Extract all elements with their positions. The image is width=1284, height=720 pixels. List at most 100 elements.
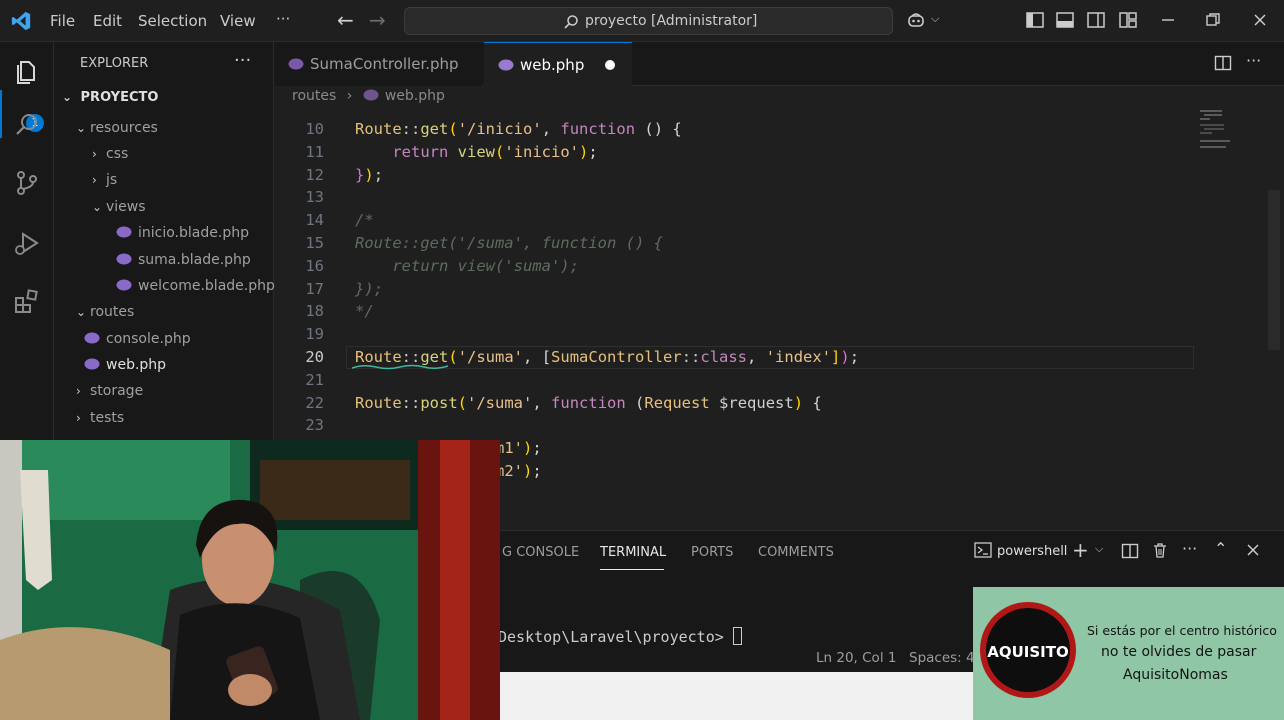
close-panel-icon[interactable] bbox=[1245, 542, 1261, 558]
toggle-primary-sidebar-icon[interactable] bbox=[1025, 10, 1045, 30]
menu-edit[interactable]: Edit bbox=[93, 12, 122, 30]
aquisito-logo: AQUISITO bbox=[980, 602, 1076, 698]
forward-arrow-icon[interactable]: → bbox=[369, 8, 386, 32]
breadcrumb-file[interactable]: web.php bbox=[385, 88, 445, 104]
tree-item-routes[interactable]: ⌄ routes bbox=[76, 299, 134, 325]
command-center-search[interactable]: proyecto [Administrator] bbox=[404, 7, 893, 35]
tab-comments[interactable]: COMMENTS bbox=[758, 545, 834, 560]
code-text: return view('suma'); bbox=[355, 256, 579, 275]
code-line[interactable]: 14 /* bbox=[274, 209, 1264, 232]
code-line[interactable]: 10 Route::get('/inicio', function () { bbox=[274, 118, 1264, 141]
editor-more-actions-icon[interactable]: ··· bbox=[1246, 51, 1261, 70]
code-line[interactable]: 12}); bbox=[274, 164, 1264, 187]
terminal-dropdown-chevron-icon[interactable]: ⌵ bbox=[1095, 542, 1103, 556]
code-line[interactable]: 15 Route::get('/suma', function () { bbox=[274, 232, 1264, 255]
copilot-icon[interactable] bbox=[906, 10, 926, 30]
explorer-icon[interactable] bbox=[12, 56, 42, 86]
minimap[interactable] bbox=[1196, 100, 1276, 200]
tree-item-label: web.php bbox=[106, 357, 167, 373]
tree-item-resources[interactable]: ⌄ resources bbox=[76, 115, 158, 141]
split-terminal-icon[interactable] bbox=[1121, 542, 1139, 560]
breadcrumb-folder[interactable]: routes bbox=[292, 88, 336, 104]
code-line[interactable]: 21 bbox=[274, 369, 1264, 392]
chevron-right-icon: › bbox=[92, 173, 97, 187]
line-number: 12 bbox=[305, 165, 324, 184]
close-window-icon[interactable] bbox=[1250, 10, 1270, 30]
php-file-icon bbox=[288, 58, 304, 70]
line-number: 22 bbox=[305, 393, 324, 412]
chevron-right-icon: › bbox=[92, 147, 97, 161]
code-line[interactable]: 23 bbox=[274, 414, 1264, 437]
kill-terminal-trash-icon[interactable] bbox=[1151, 541, 1169, 559]
tab-ports[interactable]: PORTS bbox=[691, 545, 733, 560]
tab-sumacontroller[interactable]: SumaController.php bbox=[274, 42, 482, 86]
tab-debug-console[interactable]: G CONSOLE bbox=[502, 545, 579, 560]
line-number: 13 bbox=[305, 188, 324, 207]
chevron-right-icon: › bbox=[76, 384, 81, 398]
tree-item-welcome-blade-php[interactable]: welcome.blade.php bbox=[116, 273, 275, 299]
restore-icon[interactable] bbox=[1203, 10, 1223, 30]
copilot-dropdown-chevron-icon[interactable]: ⌵ bbox=[931, 12, 939, 26]
aquisito-logo-text: AQUISITO bbox=[987, 643, 1069, 661]
active-panel-tab-indicator bbox=[600, 569, 664, 570]
panel-more-icon[interactable]: ··· bbox=[1182, 539, 1197, 558]
tab-web-php[interactable]: web.php bbox=[484, 42, 632, 86]
toggle-secondary-sidebar-icon[interactable] bbox=[1086, 10, 1106, 30]
minimize-icon[interactable] bbox=[1158, 10, 1178, 30]
tree-item-js[interactable]: › js bbox=[92, 167, 117, 193]
cursor-position[interactable]: Ln 20, Col 1 bbox=[816, 650, 896, 666]
menu-file[interactable]: File bbox=[50, 12, 75, 30]
code-line[interactable]: 13 bbox=[274, 186, 1264, 209]
promo-line-1: Si estás por el centro histórico bbox=[1087, 623, 1277, 638]
unsaved-dot-icon[interactable] bbox=[605, 60, 615, 70]
search-icon[interactable] bbox=[12, 110, 42, 140]
code-line[interactable]: 18 */ bbox=[274, 300, 1264, 323]
tree-item-inicio-blade-php[interactable]: inicio.blade.php bbox=[116, 220, 249, 246]
chevron-down-icon: ⌄ bbox=[76, 305, 87, 319]
tree-item-suma-blade-php[interactable]: suma.blade.php bbox=[116, 247, 251, 273]
new-terminal-plus-icon[interactable]: + bbox=[1072, 538, 1089, 562]
terminal-output[interactable]: Desktop\Laravel\proyecto> bbox=[498, 627, 742, 646]
code-line[interactable]: 16 return view('suma'); bbox=[274, 255, 1264, 278]
toggle-panel-icon[interactable] bbox=[1055, 10, 1075, 30]
editor-scrollbar[interactable] bbox=[1268, 190, 1280, 350]
tree-item-storage[interactable]: › storage bbox=[76, 378, 143, 404]
menu-view[interactable]: View bbox=[220, 12, 256, 30]
active-view-indicator bbox=[0, 90, 2, 138]
code-text: Route::get('/suma', function () { bbox=[355, 234, 663, 252]
menu-selection[interactable]: Selection bbox=[138, 12, 207, 30]
back-arrow-icon[interactable]: ← bbox=[337, 8, 354, 32]
tab-terminal[interactable]: TERMINAL bbox=[600, 545, 666, 560]
tree-item-tests[interactable]: › tests bbox=[76, 405, 124, 431]
code-line[interactable]: 17}); bbox=[274, 278, 1264, 301]
tree-item-web-php[interactable]: web.php bbox=[84, 352, 166, 378]
promo-line-2: no te olvides de pasar bbox=[1101, 644, 1257, 660]
tree-item-views[interactable]: ⌄ views bbox=[92, 194, 146, 220]
chevron-down-icon: ⌄ bbox=[92, 200, 103, 214]
vscode-logo-icon bbox=[11, 11, 31, 31]
maximize-panel-chevron-icon[interactable]: ⌃ bbox=[1214, 539, 1227, 558]
explorer-more-icon[interactable]: ··· bbox=[234, 50, 251, 71]
tree-item-console-php[interactable]: console.php bbox=[84, 326, 191, 352]
tree-item-css[interactable]: › css bbox=[92, 141, 128, 167]
code-line[interactable]: 19 bbox=[274, 323, 1264, 346]
line-number: 14 bbox=[305, 211, 324, 230]
run-debug-icon[interactable] bbox=[12, 228, 42, 258]
webcam-overlay-image bbox=[0, 440, 500, 720]
menu-more-icon[interactable]: ··· bbox=[276, 10, 290, 28]
source-control-icon[interactable] bbox=[12, 168, 42, 198]
indentation-spaces[interactable]: Spaces: 4 bbox=[909, 650, 975, 666]
code-line[interactable]: 11 return view('inicio'); bbox=[274, 141, 1264, 164]
php-file-icon bbox=[363, 89, 379, 101]
code-line[interactable]: 20 Route::get('/suma', [SumaController::c… bbox=[274, 346, 1264, 370]
line-number: 18 bbox=[305, 302, 324, 321]
tree-item-label: tests bbox=[90, 410, 125, 426]
split-editor-icon[interactable] bbox=[1214, 54, 1232, 72]
code-text: }); bbox=[355, 279, 383, 298]
terminal-shell-name[interactable]: powershell bbox=[997, 544, 1067, 559]
php-file-icon bbox=[498, 59, 514, 71]
extensions-icon[interactable] bbox=[12, 286, 42, 316]
code-line[interactable]: 22 Route::post('/suma', function (Request… bbox=[274, 392, 1264, 415]
project-folder-header[interactable]: ⌄ PROYECTO bbox=[62, 84, 158, 110]
customize-layout-icon[interactable] bbox=[1118, 10, 1138, 30]
